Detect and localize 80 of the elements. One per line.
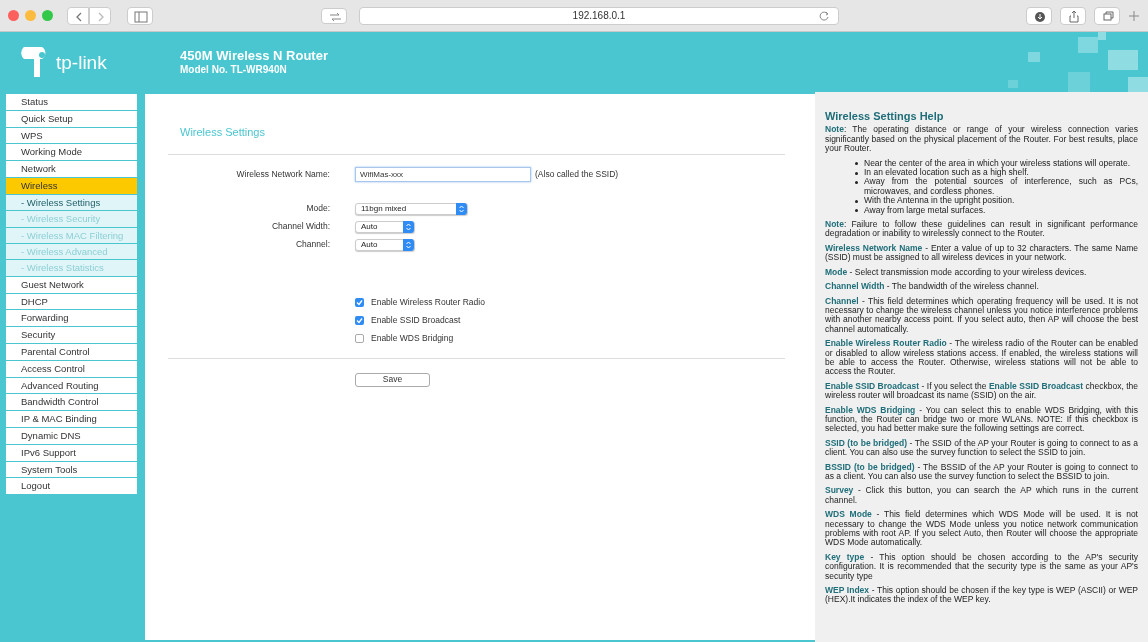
sidebar-item[interactable]: Parental Control: [6, 343, 137, 360]
save-button[interactable]: Save: [355, 372, 430, 387]
help-paragraph: Wireless Network Name - Enter a value of up to 32 characters. The same Name (SSID) must be assigned to all wireless devices in your network.: [825, 243, 1138, 263]
sidebar-item[interactable]: Network: [6, 161, 137, 177]
help-paragraph: Note: The operating distance or range of your wireless connection varies significantly based on the physical placement of the Router. For best results, place your Router.: [825, 125, 1138, 154]
sidebar-item[interactable]: Access Control: [6, 360, 137, 377]
help-paragraph: Channel - This field determines which operating frequency will be used. It is not necessary to change the wireless channel unless you notice interference problems with another nearby access point. If you select auto, then AP will choose the best channel automatically.: [825, 296, 1138, 335]
reload-icon[interactable]: [818, 9, 830, 22]
product-title: 450M Wireless N Router: [180, 48, 328, 63]
field-label: Channel Width:: [270, 220, 330, 233]
field-label: Channel:: [294, 238, 330, 251]
sidebar-item[interactable]: - Wireless Settings: [6, 194, 137, 211]
help-paragraph: Note: Failure to follow these guidelines can result in significant performance degradation or inability to wirelessly connect to the Router.: [825, 220, 1138, 239]
sidebar-item[interactable]: Wireless: [6, 178, 137, 194]
bullet-icon: [855, 209, 858, 213]
list-item-text: Away from the potential sources of interference, such as PCs, microwaves, and cordless phones.: [864, 177, 1138, 197]
sidebar-item[interactable]: Advanced Routing: [6, 377, 137, 394]
checkbox-label: Enable WDS Bridging: [371, 332, 454, 345]
sidebar-item[interactable]: Quick Setup: [6, 110, 137, 127]
address-bar[interactable]: 192.168.0.1: [359, 6, 839, 25]
tabs-icon[interactable]: [1094, 6, 1120, 25]
sidebar-item[interactable]: WPS: [6, 127, 137, 144]
help-paragraph: WEP Index - This option should be chosen if the key type is WEP (ASCII) or WEP (HEX).It indicates the index of the WEP key.: [825, 586, 1138, 605]
bullet-icon: [855, 171, 858, 175]
sidebar-item[interactable]: Bandwidth Control: [6, 394, 137, 411]
bullet-icon: [855, 162, 858, 166]
checkbox[interactable]: [355, 334, 364, 343]
help-paragraph: Mode - Select transmission mode according to your wireless devices.: [825, 267, 1088, 278]
list-item-text: With the Antenna in the upright position.: [864, 196, 1015, 206]
forward-icon[interactable]: [89, 6, 111, 25]
stepper-arrows-icon[interactable]: [403, 220, 414, 233]
sidebar-item[interactable]: Logout: [6, 478, 137, 495]
sidebar-item[interactable]: Forwarding: [6, 310, 137, 327]
help-paragraph: BSSID (to be bridged) - The BSSID of the AP your Router is going to connect to as a client. You can also use the survey function to select the BSSID to join.: [825, 462, 1138, 482]
help-paragraph: Key type - This option should be chosen according to the AP's security configuration. It is recommended that the security type is the same as your AP's security type: [825, 552, 1138, 582]
sidebar-item[interactable]: Security: [6, 327, 137, 343]
help-paragraph: Enable WDS Bridging - You can select this to enable WDS Bridging, with this function, the Router can bridge two or more WLANs. NOTE: If this checkbox is selected, you had better make sure the following settings are correct.: [825, 405, 1138, 434]
dropdown[interactable]: 11bgn mixed: [355, 202, 468, 215]
help-paragraph: Channel Width - The bandwidth of the wireless channel.: [825, 282, 1040, 292]
field-label: Wireless Network Name:: [235, 168, 330, 181]
help-paragraph: Survey - Click this button, you can search the AP which runs in the current channel.: [825, 486, 1138, 506]
sidebar-item[interactable]: IP & MAC Binding: [6, 411, 137, 427]
checkbox-label: Enable SSID Broadcast: [371, 314, 461, 327]
network-name-field[interactable]: WifiMas-xxx: [355, 167, 531, 182]
checkbox-label: Enable Wireless Router Radio: [371, 296, 485, 309]
sidebar-item[interactable]: Status: [6, 94, 137, 110]
help-paragraph: Enable Wireless Router Radio - The wireless radio of the Router can be enabled or disabled to allow wireless stations access. If enabled, the wireless stations will be able to access the Router. Otherwise, wireless stations will not be able to access the Router.: [825, 339, 1138, 377]
help-paragraph: SSID (to be bridged) - The SSID of the AP your Router is going to connect to as a client. You can also use the survey function to select the SSID to join.: [825, 438, 1138, 458]
list-item-text: Away from large metal surfaces.: [864, 205, 986, 216]
stepper-arrows-icon[interactable]: [456, 202, 467, 215]
logo-text: tp-link: [56, 52, 107, 72]
sidebar-item[interactable]: DHCP: [6, 293, 137, 310]
download-icon[interactable]: [1026, 6, 1052, 25]
field-note: (Also called the SSID): [535, 168, 619, 181]
minimize-window-icon[interactable]: [25, 10, 36, 21]
sidebar-item[interactable]: IPv6 Support: [6, 444, 137, 461]
sidebar-item[interactable]: System Tools: [6, 461, 137, 478]
sidebar-icon[interactable]: [127, 6, 153, 25]
help-paragraph: Enable SSID Broadcast - If you select the Enable SSID Broadcast checkbox, the wireless router will broadcast its name (SSID) on the air.: [825, 381, 1138, 401]
dropdown[interactable]: Auto: [355, 238, 415, 251]
new-tab-icon[interactable]: [1128, 9, 1140, 22]
model-number: Model No. TL-WR940N: [180, 63, 288, 76]
page-title: Wireless Settings: [180, 125, 266, 140]
url-text: 192.168.0.1: [572, 9, 626, 23]
maximize-window-icon[interactable]: [42, 10, 53, 21]
list-item-text: Near the center of the area in which your wireless stations will operate.: [864, 158, 1130, 169]
list-item-text: In an elevated location such as a high shelf.: [864, 168, 1029, 178]
sidebar-item[interactable]: Working Mode: [6, 144, 137, 161]
bullet-icon: [855, 180, 858, 184]
sidebar-item[interactable]: Guest Network: [6, 276, 137, 293]
dropdown[interactable]: Auto: [355, 220, 415, 233]
field-label: Mode:: [305, 202, 330, 215]
help-title: Wireless Settings Help: [825, 112, 945, 122]
bullet-icon: [855, 199, 858, 203]
help-paragraph: WDS Mode - This field determines which WDS Mode will be used. It is not necessary to change the WDS Mode unless you notice network communication problems with root AP. If you select Auto, then Router will choose the appropriate WDS Mode automatically.: [825, 510, 1138, 548]
stepper-arrows-icon[interactable]: [403, 238, 414, 251]
close-window-icon[interactable]: [8, 10, 19, 21]
share-icon[interactable]: [1060, 6, 1086, 25]
back-icon[interactable]: [67, 6, 89, 25]
sidebar-item[interactable]: Dynamic DNS: [6, 427, 137, 444]
